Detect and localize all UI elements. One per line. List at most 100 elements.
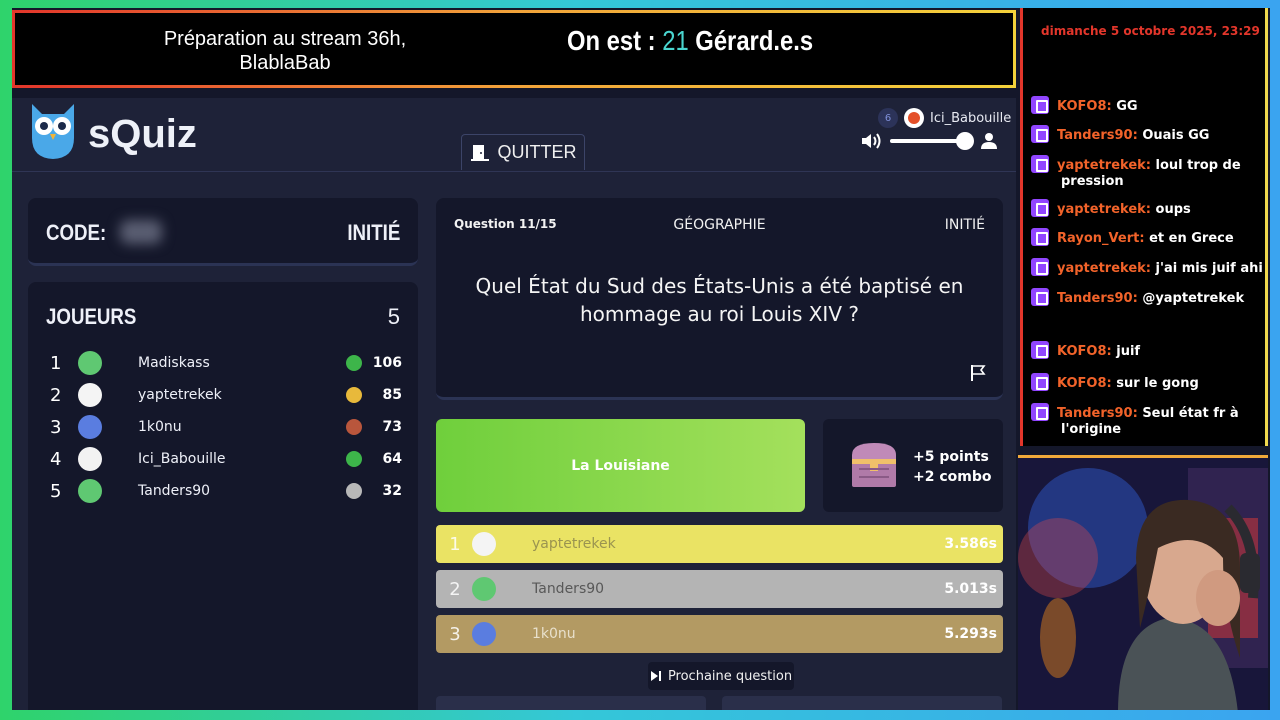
quiz-app: sQuiz QUITTER 6 Ici_Babouille CODE: INIT… — [12, 98, 1016, 710]
volume-slider[interactable] — [890, 132, 975, 150]
player-avatar — [78, 479, 102, 503]
twitch-badge-icon — [1031, 228, 1049, 246]
chat-text: oups — [1155, 202, 1191, 217]
room-code-hidden — [120, 220, 162, 244]
answers-strip — [436, 696, 1003, 710]
chat-text: @yaptetrekek — [1142, 291, 1245, 306]
chat-username[interactable]: yaptetrekek: — [1057, 261, 1151, 276]
chat-username[interactable]: Rayon_Vert: — [1057, 231, 1145, 246]
player-name: 1k0nu — [138, 419, 182, 435]
reward-panel: +5 points +2 combo — [823, 419, 1003, 512]
volume-slider-knob[interactable] — [956, 132, 975, 150]
viewer-counter-suffix: Gérard.e.s — [688, 25, 814, 56]
chat-username[interactable]: yaptetrekek: — [1057, 202, 1151, 217]
chat-username[interactable]: yaptetrekek: — [1057, 158, 1151, 173]
question-category: GÉOGRAPHIE — [673, 217, 766, 233]
chat-text: GG — [1116, 99, 1138, 114]
chat-message: yaptetrekek: j'ai mis juif ahi — [1031, 258, 1263, 277]
ranking-name: Tanders90 — [532, 581, 605, 597]
viewer-counter-prefix: On est : — [567, 25, 663, 56]
player-avatar — [78, 415, 102, 439]
player-rank: 1 — [50, 352, 62, 374]
player-avatar — [78, 383, 102, 407]
medal-icon — [346, 387, 362, 403]
player-rank: 5 — [50, 480, 62, 502]
ranking-row: 3 1k0nu 5.293s — [436, 615, 1003, 653]
player-name: yaptetrekek — [138, 387, 222, 403]
chat-message: yaptetrekek: loul trop de pression — [1031, 155, 1263, 190]
chat-message: KOFO8: sur le gong — [1031, 373, 1263, 392]
ranking-time: 5.293s — [944, 626, 997, 642]
chat-username[interactable]: KOFO8: — [1057, 344, 1112, 359]
twitch-badge-icon — [1031, 373, 1049, 391]
player-row: 4 Ici_Babouille 64 — [50, 444, 402, 474]
chat-username[interactable]: KOFO8: — [1057, 376, 1112, 391]
chat-message-body: Rayon_Vert: et en Grece — [1031, 228, 1263, 247]
player-name: Madiskass — [138, 355, 210, 371]
chat-username[interactable]: Tanders90: — [1057, 291, 1138, 306]
medal-icon — [346, 483, 362, 499]
chat-message-body: KOFO8: juif — [1031, 341, 1263, 360]
player-avatar — [78, 351, 102, 375]
ranking-row: 1 yaptetrekek 3.586s — [436, 525, 1003, 563]
user-icon[interactable] — [980, 132, 998, 150]
chat-message-body: Tanders90: Seul état fr à l'origine — [1031, 403, 1263, 438]
next-question-button[interactable]: Prochaine question — [648, 662, 794, 690]
twitch-badge-icon — [1031, 288, 1049, 306]
chat-message: yaptetrekek: oups — [1031, 199, 1263, 218]
next-question-label: Prochaine question — [667, 668, 793, 684]
owl-logo-icon — [32, 104, 74, 159]
treasure-chest-icon — [852, 443, 896, 487]
twitch-badge-icon — [1031, 341, 1049, 359]
chat-username[interactable]: Tanders90: — [1057, 406, 1138, 421]
players-panel: JOUEURS 5 1 Madiskass 106 2 yaptetrekek 85 3 1k… — [28, 282, 418, 710]
chat-text: et en Grece — [1149, 231, 1234, 246]
correct-answer: La Louisiane — [436, 419, 805, 512]
twitch-badge-icon — [1031, 258, 1049, 276]
medal-icon — [346, 419, 362, 435]
player-score: 73 — [382, 419, 402, 435]
player-score: 106 — [372, 355, 402, 371]
medal-icon — [346, 355, 362, 371]
player-name: Ici_Babouille — [138, 451, 226, 467]
ranking-position: 1 — [449, 533, 461, 555]
ranking-avatar — [472, 532, 496, 556]
ranking-time: 3.586s — [944, 536, 997, 552]
speaker-icon[interactable] — [860, 132, 882, 150]
answer-strip-left — [436, 696, 706, 710]
player-row: 5 Tanders90 32 — [50, 476, 402, 506]
quit-button[interactable]: QUITTER — [461, 134, 585, 170]
flag-report-icon[interactable] — [969, 364, 987, 382]
room-code-panel: CODE: INITIÉ — [28, 198, 418, 266]
app-logo-text: sQuiz — [88, 112, 197, 156]
reward-points: +5 points — [913, 449, 989, 465]
question-panel: Question 11/15 GÉOGRAPHIE INITIÉ Quel Ét… — [436, 198, 1003, 400]
player-row: 3 1k0nu 73 — [50, 412, 402, 442]
player-avatar — [78, 447, 102, 471]
viewer-counter-number: 21 — [662, 25, 689, 56]
webcam-image — [1018, 458, 1268, 710]
chat-message: Tanders90: Ouais GG — [1031, 125, 1263, 144]
chat-text: sur le gong — [1116, 376, 1199, 391]
reward-combo: +2 combo — [913, 469, 992, 485]
player-score: 32 — [382, 483, 402, 499]
chat-username[interactable]: Tanders90: — [1057, 128, 1138, 143]
player-row: 2 yaptetrekek 85 — [50, 380, 402, 410]
question-text: Quel État du Sud des États-Unis a été ba… — [475, 274, 964, 326]
player-name: Tanders90 — [138, 483, 211, 499]
chat-text: juif — [1116, 344, 1141, 359]
chat-message-body: KOFO8: GG — [1031, 96, 1263, 115]
chat-text: j'ai mis juif ahi — [1155, 261, 1263, 276]
chat-text: Ouais GG — [1142, 128, 1210, 143]
twitch-badge-icon — [1031, 403, 1049, 421]
chat-message-body: yaptetrekek: j'ai mis juif ahi — [1031, 258, 1263, 277]
stream-banner: Préparation au stream 36h, BlablaBab On … — [12, 10, 1016, 88]
chat-username[interactable]: KOFO8: — [1057, 99, 1112, 114]
room-code-label: CODE: — [46, 220, 107, 245]
twitch-chat: dimanche 5 octobre 2025, 23:29 KOFO8: GG… — [1020, 8, 1268, 446]
user-avatar[interactable] — [904, 108, 924, 128]
ranking-avatar — [472, 622, 496, 646]
chat-date: dimanche 5 octobre 2025, 23:29 — [1041, 24, 1260, 38]
skip-next-icon — [650, 671, 661, 681]
volume-control — [860, 132, 998, 150]
